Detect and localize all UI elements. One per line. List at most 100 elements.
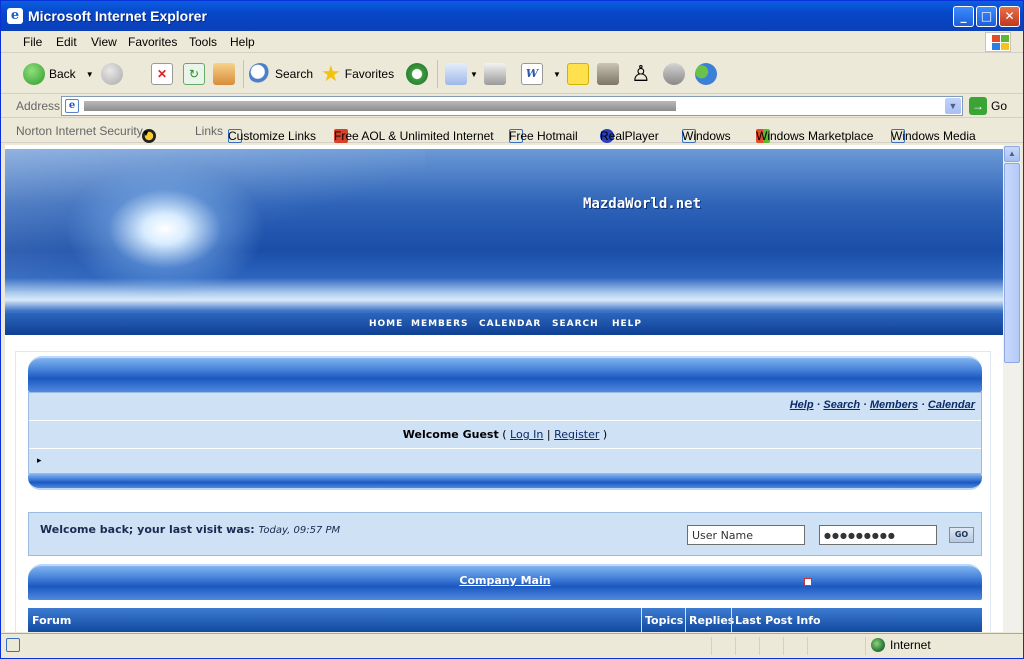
site-banner: MazdaWorld.net HOME MEMBERS CALENDAR SEA… [5,149,1003,335]
menu-tools[interactable]: Tools [189,35,217,49]
page-status-icon [6,638,20,652]
search-icon [249,63,271,85]
top-links: Help · Search · Members · Calendar [789,399,975,411]
back-label: Back [49,67,76,81]
stop-button[interactable]: ✕ [151,62,173,86]
menu-help[interactable]: Help [230,35,255,49]
menu-view[interactable]: View [91,35,117,49]
links-bar: Norton Internet Security ▼ Links Customi… [1,119,1023,143]
minimize-button[interactable]: _ [953,6,974,27]
toolbar-separator [243,60,244,88]
header-cap-top [28,356,982,392]
menu-favorites[interactable]: Favorites [128,35,177,49]
link-help[interactable]: Help [790,399,814,411]
address-dropdown-icon[interactable]: ▼ [945,98,961,114]
vertical-scrollbar[interactable]: ▲ [1003,145,1021,632]
collapse-icon[interactable] [804,578,812,586]
research-icon [597,63,619,85]
edit-button[interactable]: W ▼ [521,62,561,86]
link-calendar[interactable]: Calendar [928,399,975,411]
research-button[interactable] [597,62,619,86]
header-cap-bottom [28,474,982,490]
messenger-button[interactable] [695,62,721,86]
scroll-up-icon[interactable]: ▲ [1004,146,1020,162]
category-title[interactable]: Company Main [28,574,982,587]
col-replies: Replies [689,614,735,627]
aim-button[interactable]: ♙ [631,61,651,86]
menu-bar: File Edit View Favorites Tools Help [1,31,1023,53]
category-header: Company Main [28,564,982,600]
banner-glow [65,159,265,299]
toolbar-separator [437,60,438,88]
mail-button[interactable]: ▼ [445,62,478,86]
mail-dropdown-icon[interactable]: ▼ [470,70,478,79]
col-topics: Topics [645,614,684,627]
close-button[interactable]: ✕ [999,6,1020,27]
refresh-icon: ↻ [183,63,205,85]
menu-file[interactable]: File [23,35,42,49]
login-bar: Welcome back; your last visit was: Today… [28,512,982,556]
address-label: Address [16,99,61,113]
print-button[interactable] [484,62,506,86]
home-button[interactable] [213,62,235,86]
login-link[interactable]: Log In [510,428,543,441]
norton-toolbar-label: Norton Internet Security [16,124,143,138]
divider [29,420,981,421]
nav-help[interactable]: HELP [612,319,642,329]
nav-home[interactable]: HOME [369,319,403,329]
discuss-button[interactable] [663,62,689,86]
zone-label: Internet [890,638,931,652]
favorites-label: Favorites [344,67,395,81]
page-viewport: MazdaWorld.net HOME MEMBERS CALENDAR SEA… [5,145,1003,632]
nav-members[interactable]: MEMBERS [411,319,468,329]
password-input[interactable]: ●●●●●●●●● [819,525,937,545]
site-nav: HOME MEMBERS CALENDAR SEARCH HELP [5,313,1003,335]
divider [29,448,981,449]
link-members[interactable]: Members [870,399,918,411]
refresh-button[interactable]: ↻ [183,62,205,86]
standard-toolbar: Back ▼ ✕ ↻ Search ★ Favorites ▼ W ▼ ♙ [1,54,1023,94]
nav-search[interactable]: SEARCH [552,319,599,329]
word-edit-icon: W [521,63,543,85]
stop-icon: ✕ [151,63,173,85]
back-button[interactable]: Back ▼ [23,62,94,86]
address-input[interactable]: e ▼ [61,96,963,116]
messenger-icon [695,63,717,85]
history-button[interactable] [406,62,432,86]
register-link[interactable]: Register [554,428,599,441]
security-zone: Internet [871,638,931,652]
notes-button[interactable] [567,62,589,86]
login-go-button[interactable]: GO [949,527,974,543]
link-search[interactable]: Search [823,399,860,411]
forum-content: Help · Search · Members · Calendar Welco… [15,351,991,632]
links-label: Links [195,124,224,138]
nav-calendar[interactable]: CALENDAR [479,319,541,329]
address-bar: Address e ▼ → Go [1,95,1023,118]
forward-button[interactable] [101,62,127,86]
status-bar: Internet [1,633,1023,658]
favorites-button[interactable]: ★ Favorites [321,61,395,86]
search-button[interactable]: Search [249,62,313,86]
home-icon [213,63,235,85]
go-label: Go [991,99,1008,113]
aim-running-man-icon: ♙ [631,61,651,86]
forum-table-header: Forum Topics Replies Last Post Info [28,608,982,632]
col-forum: Forum [32,614,72,627]
maximize-button[interactable]: □ [976,6,997,27]
col-last-post: Last Post Info [735,614,821,627]
user-panel: Help · Search · Members · Calendar Welco… [28,392,982,474]
scroll-thumb[interactable] [1004,163,1020,363]
menu-edit[interactable]: Edit [56,35,77,49]
username-input[interactable]: User Name [687,525,805,545]
forward-arrow-icon [101,63,123,85]
address-url-redacted [84,101,676,111]
back-dropdown-icon[interactable]: ▼ [86,70,94,79]
mail-icon [445,63,467,85]
title-bar: e Microsoft Internet Explorer _ □ ✕ [1,1,1023,31]
expand-arrow-icon[interactable]: ▸ [37,455,42,466]
history-icon [406,63,428,85]
go-button[interactable]: → Go [969,97,1007,115]
edit-dropdown-icon[interactable]: ▼ [553,70,561,79]
windows-flag-icon [985,32,1011,52]
favorites-star-icon: ★ [321,61,341,86]
